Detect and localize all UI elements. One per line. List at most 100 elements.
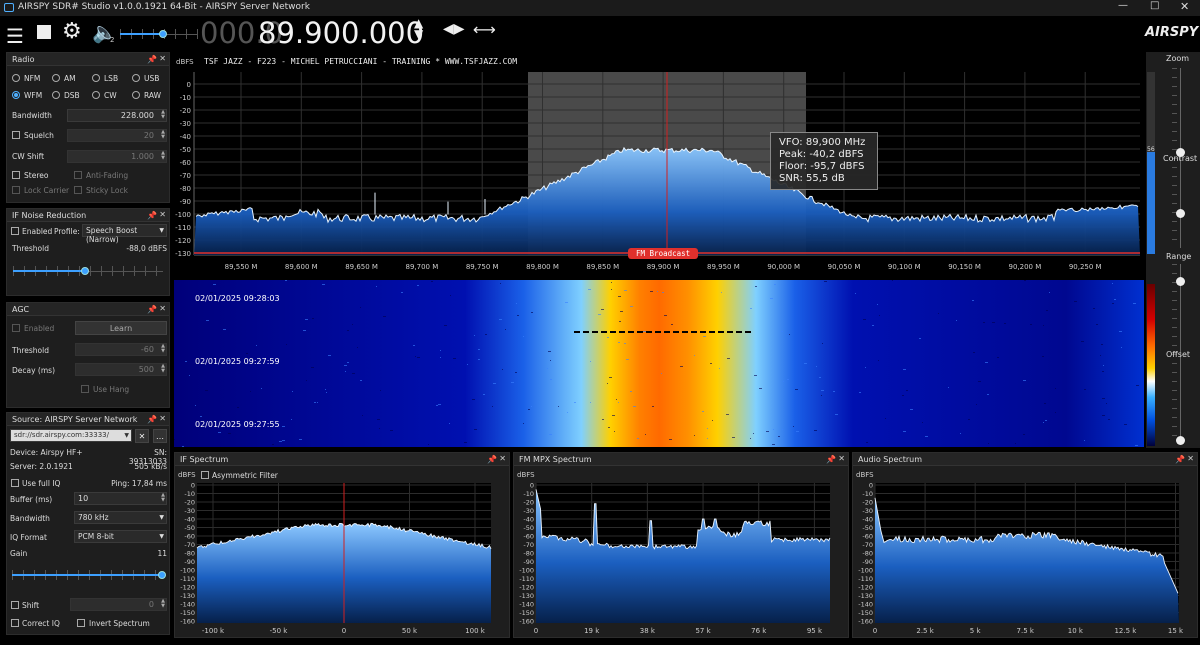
more-button[interactable]: … bbox=[153, 429, 167, 443]
iq-format-select[interactable]: PCM 8-bit ▼ bbox=[74, 530, 167, 543]
sticky-lock-checkbox[interactable] bbox=[74, 186, 82, 194]
pin-icon[interactable]: 📌 bbox=[487, 455, 497, 464]
pin-icon[interactable]: 📌 bbox=[147, 305, 157, 314]
toolbar: ☰ ⚙ 🔈 2 000.0 89.900.000 ▲ ▼ ◀▶ ⟷ AIRSPY bbox=[0, 16, 1200, 50]
waterfall-view[interactable]: 02/01/2025 09:28:03 02/01/2025 09:27:59 … bbox=[174, 280, 1144, 447]
shift-input[interactable]: 0 ▲ ▼ bbox=[70, 598, 167, 611]
close-icon[interactable]: ✕ bbox=[159, 304, 166, 313]
shift-checkbox[interactable] bbox=[11, 601, 19, 609]
range-slider-knob[interactable] bbox=[1176, 277, 1185, 286]
waterfall-noise bbox=[607, 337, 609, 338]
span-icon[interactable]: ⟷ bbox=[473, 20, 496, 39]
agc-header: AGC 📌 ✕ bbox=[7, 303, 169, 316]
close-icon[interactable]: ✕ bbox=[159, 54, 166, 63]
if-unit-label: dBFS bbox=[178, 471, 196, 479]
mode-radio-usb[interactable] bbox=[132, 74, 140, 82]
mode-radio-wfm[interactable] bbox=[12, 91, 20, 99]
waterfall-noise bbox=[379, 428, 380, 429]
gain-slider[interactable] bbox=[12, 570, 166, 580]
spectrum-view[interactable]: dBFS TSF JAZZ - F223 - MICHEL PETRUCCIAN… bbox=[174, 52, 1144, 277]
use-hang-checkbox[interactable] bbox=[81, 385, 89, 393]
squelch-input[interactable]: 20 ▲ ▼ bbox=[67, 129, 167, 142]
volume-slider[interactable] bbox=[120, 29, 198, 39]
close-window-button[interactable]: ✕ bbox=[1180, 0, 1189, 13]
decay-label: Decay (ms) bbox=[12, 366, 55, 375]
y-tick-label: -130 bbox=[519, 592, 534, 600]
waterfall-noise bbox=[325, 389, 326, 390]
source-bandwidth-value: 780 kHz bbox=[78, 513, 109, 522]
source-bandwidth-select[interactable]: 780 kHz ▼ bbox=[74, 511, 167, 524]
source-header: Source: AIRSPY Server Network 📌 ✕ bbox=[7, 413, 169, 426]
waterfall-noise bbox=[630, 306, 633, 307]
mode-radio-am[interactable] bbox=[52, 74, 60, 82]
agc-enabled-checkbox[interactable] bbox=[12, 324, 20, 332]
disconnect-button[interactable]: ✕ bbox=[135, 429, 149, 443]
close-icon[interactable]: ✕ bbox=[159, 210, 166, 219]
maximize-button[interactable]: □ bbox=[1150, 0, 1159, 11]
frequency-step-icon[interactable]: ▲ ▼ bbox=[414, 17, 423, 40]
menu-icon[interactable]: ☰ bbox=[6, 24, 24, 48]
squelch-label: Squelch bbox=[24, 131, 54, 140]
waterfall-noise bbox=[1101, 344, 1103, 345]
waterfall-noise bbox=[500, 283, 501, 284]
frequency-display[interactable]: 89.900.000 bbox=[258, 16, 424, 50]
agc-threshold-input[interactable]: -60 ▲ ▼ bbox=[75, 343, 167, 356]
waterfall-noise bbox=[357, 347, 358, 348]
fm-mpx-title: FM MPX Spectrum bbox=[519, 455, 592, 464]
close-icon[interactable]: ✕ bbox=[838, 454, 845, 463]
buffer-input[interactable]: 10 ▲ ▼ bbox=[74, 492, 167, 505]
squelch-checkbox[interactable] bbox=[12, 131, 20, 139]
mode-label-raw: RAW bbox=[144, 91, 162, 100]
waterfall-noise bbox=[1135, 445, 1138, 446]
waterfall-noise bbox=[1102, 415, 1105, 416]
nr-enabled-checkbox[interactable] bbox=[11, 227, 19, 235]
anti-fading-checkbox[interactable] bbox=[74, 171, 82, 179]
contrast-slider-knob[interactable] bbox=[1176, 209, 1185, 218]
mode-radio-raw[interactable] bbox=[132, 91, 140, 99]
use-full-iq-checkbox[interactable] bbox=[11, 479, 19, 487]
mode-radio-nfm[interactable] bbox=[12, 74, 20, 82]
stereo-checkbox[interactable] bbox=[12, 171, 20, 179]
close-icon[interactable]: ✕ bbox=[159, 414, 166, 423]
mode-radio-dsb[interactable] bbox=[52, 91, 60, 99]
bandwidth-input[interactable]: 228.000 ▲ ▼ bbox=[67, 109, 167, 122]
pin-icon[interactable]: 📌 bbox=[1175, 455, 1185, 464]
pin-icon[interactable]: 📌 bbox=[147, 211, 157, 220]
mode-radio-lsb[interactable] bbox=[92, 74, 100, 82]
asymmetric-filter-checkbox[interactable] bbox=[201, 471, 209, 479]
pin-icon[interactable]: 📌 bbox=[147, 55, 157, 64]
waterfall-noise bbox=[218, 432, 221, 433]
decay-input[interactable]: 500 ▲ ▼ bbox=[75, 363, 167, 376]
waterfall-noise bbox=[1046, 310, 1048, 311]
waterfall-noise bbox=[976, 404, 977, 405]
cw-shift-input[interactable]: 1.000 ▲ ▼ bbox=[67, 150, 167, 163]
learn-button[interactable]: Learn bbox=[75, 321, 167, 335]
waterfall-noise bbox=[759, 388, 762, 389]
nr-threshold-slider[interactable] bbox=[13, 266, 163, 276]
pin-icon[interactable]: 📌 bbox=[147, 415, 157, 424]
correct-iq-checkbox[interactable] bbox=[11, 619, 19, 627]
if-spectrum-svg[interactable]: 0-10-20-30-40-50-60-70-80-90-100-110-120… bbox=[175, 481, 509, 637]
fm-mpx-svg[interactable]: 0-10-20-30-40-50-60-70-80-90-100-110-120… bbox=[514, 481, 848, 637]
profile-select[interactable]: Speech Boost (Narrow) ▼ bbox=[82, 224, 167, 244]
lock-carrier-checkbox[interactable] bbox=[12, 186, 20, 194]
y-tick-label: -20 bbox=[180, 107, 191, 115]
pin-icon[interactable]: 📌 bbox=[826, 455, 836, 464]
mode-radio-cw[interactable] bbox=[92, 91, 100, 99]
minimize-button[interactable]: — bbox=[1118, 0, 1128, 11]
close-icon[interactable]: ✕ bbox=[1187, 454, 1194, 463]
offset-slider-knob[interactable] bbox=[1176, 436, 1185, 445]
waterfall-noise bbox=[352, 373, 355, 374]
waterfall-noise bbox=[505, 329, 506, 330]
audio-spectrum-svg[interactable]: 0-10-20-30-40-50-60-70-80-90-100-110-120… bbox=[853, 481, 1197, 637]
invert-spectrum-checkbox[interactable] bbox=[77, 619, 85, 627]
server-url-input[interactable]: sdr://sdr.airspy.com:33333/▼ bbox=[10, 429, 132, 442]
stop-button[interactable] bbox=[37, 25, 51, 39]
gear-icon[interactable]: ⚙ bbox=[62, 19, 82, 44]
waterfall-noise bbox=[612, 415, 615, 416]
tune-arrows-icon[interactable]: ◀▶ bbox=[443, 21, 465, 37]
waterfall-noise bbox=[925, 436, 928, 437]
close-icon[interactable]: ✕ bbox=[499, 454, 506, 463]
waterfall-noise bbox=[360, 380, 362, 381]
waterfall-noise bbox=[973, 352, 975, 353]
